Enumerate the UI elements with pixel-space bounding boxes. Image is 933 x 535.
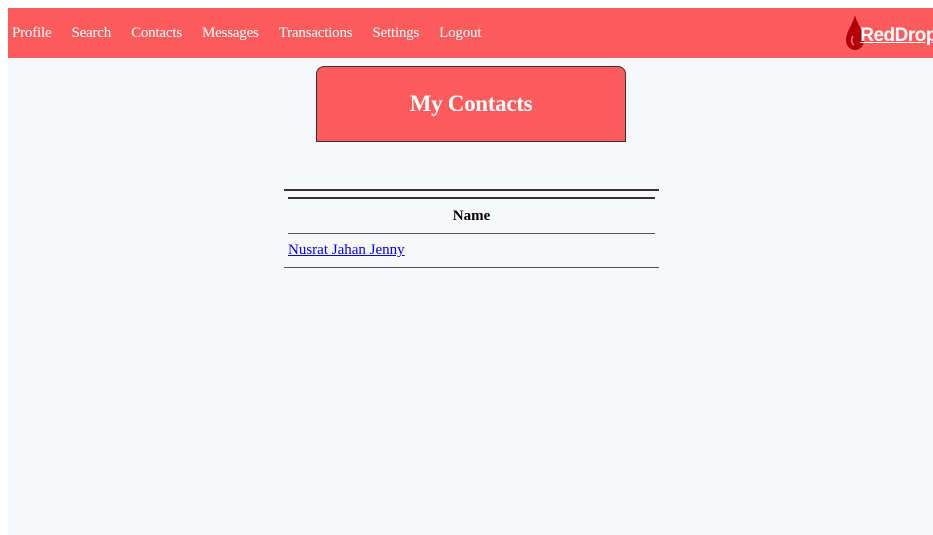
reddrop-logo[interactable]: RedDrop: [844, 10, 933, 56]
contacts-table: Name Nusrat Jahan Jenny: [284, 189, 659, 268]
nav-links: Profile Search Contacts Messages Transac…: [8, 8, 491, 58]
nav-link-messages[interactable]: Messages: [192, 25, 269, 42]
table-bottom-border: [284, 267, 659, 268]
nav-link-transactions[interactable]: Transactions: [269, 25, 363, 42]
contact-link[interactable]: Nusrat Jahan Jenny: [288, 242, 405, 259]
column-header-name: Name: [452, 207, 491, 224]
nav-link-contacts[interactable]: Contacts: [121, 25, 192, 42]
logo-text: RedDrop: [860, 25, 933, 46]
page-title: My Contacts: [409, 91, 533, 116]
table-row: Nusrat Jahan Jenny: [288, 234, 655, 267]
nav-link-search[interactable]: Search: [61, 25, 121, 42]
table-header-row: Name: [288, 199, 655, 234]
table-top-border: [284, 189, 659, 191]
navbar: Profile Search Contacts Messages Transac…: [8, 8, 933, 58]
page-title-box: My Contacts: [316, 66, 626, 142]
nav-link-logout[interactable]: Logout: [429, 25, 491, 42]
nav-link-profile[interactable]: Profile: [8, 25, 61, 42]
table-inner: Name Nusrat Jahan Jenny: [288, 197, 655, 267]
nav-link-settings[interactable]: Settings: [362, 25, 429, 42]
page-frame: Profile Search Contacts Messages Transac…: [8, 8, 933, 535]
